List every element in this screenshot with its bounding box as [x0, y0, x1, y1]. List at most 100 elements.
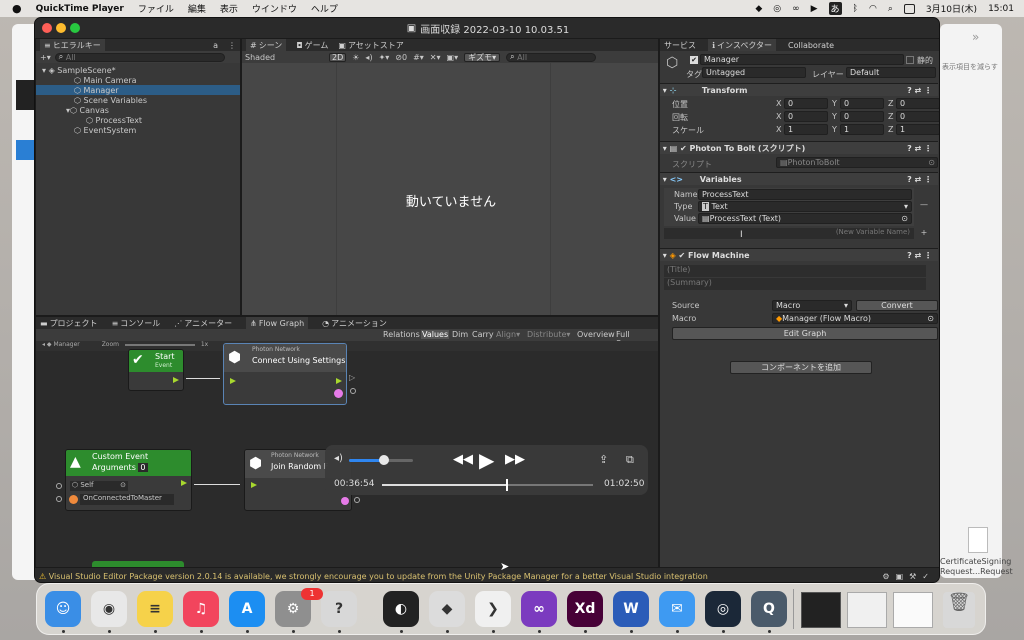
- kebab-menu-icon[interactable]: ⋮: [228, 41, 236, 50]
- hierarchy-item-event-system[interactable]: ⬡ EventSystem: [36, 125, 240, 135]
- tab-services[interactable]: サービス: [664, 40, 696, 51]
- shading-dropdown[interactable]: Shaded: [245, 53, 323, 62]
- control-output-port[interactable]: [181, 480, 187, 486]
- add-icon[interactable]: +▾: [40, 53, 51, 62]
- volume-icon[interactable]: ◂): [334, 453, 343, 464]
- layer-dropdown[interactable]: Default: [846, 67, 936, 78]
- hierarchy-item-scene[interactable]: ▾ ◈ SampleScene*: [36, 65, 240, 75]
- flow-summary-input[interactable]: (Summary): [664, 278, 926, 290]
- tools-icon[interactable]: ✕▾: [430, 53, 441, 62]
- bluetooth-icon[interactable]: ᛒ: [853, 4, 858, 14]
- file-icon[interactable]: [968, 527, 988, 553]
- play-button[interactable]: ▶: [479, 448, 494, 472]
- component-menu-icons[interactable]: ? ⇄ ⋮: [907, 86, 932, 95]
- position-y-field[interactable]: 0: [840, 98, 884, 109]
- event-name-field[interactable]: OnConnectedToMaster: [80, 494, 174, 505]
- adobe-xd-icon[interactable]: Xd: [567, 591, 603, 627]
- zoom-button[interactable]: [70, 23, 80, 33]
- start-event-node[interactable]: ✔ Start Event: [128, 349, 184, 391]
- rotation-z-field[interactable]: 0: [896, 111, 939, 122]
- overview-button[interactable]: Overview: [577, 330, 615, 339]
- search-icon[interactable]: ⌕: [888, 4, 893, 14]
- unity-status-icon[interactable]: ◆: [755, 4, 762, 14]
- control-input-port[interactable]: [251, 482, 257, 488]
- add-variable-button[interactable]: +: [918, 228, 930, 239]
- volume-slider[interactable]: [349, 455, 413, 465]
- variable-name-field[interactable]: ProcessText: [698, 189, 912, 200]
- tab-collaborate[interactable]: Collaborate: [788, 41, 834, 50]
- menu-window[interactable]: ウインドウ: [252, 2, 297, 15]
- hierarchy-item-canvas[interactable]: ▾ ⬡ Canvas: [36, 105, 240, 115]
- file-label-2[interactable]: Request...Request: [940, 567, 1013, 576]
- tag-dropdown[interactable]: Untagged: [702, 67, 806, 78]
- edit-graph-button[interactable]: Edit Graph: [672, 327, 938, 340]
- chevron-right-icon[interactable]: »: [972, 30, 979, 44]
- rotation-y-field[interactable]: 0: [840, 111, 884, 122]
- status-bar-icons[interactable]: ⚙▣⚒✓: [882, 572, 935, 581]
- add-component-button[interactable]: コンポーネントを追加: [730, 361, 872, 374]
- breadcrumb-label[interactable]: Manager: [53, 341, 79, 348]
- mail-icon[interactable]: ✉: [659, 591, 695, 627]
- quicktime-icon[interactable]: Q: [751, 591, 787, 627]
- source-dropdown[interactable]: Macro ▾: [772, 300, 852, 311]
- control-output-port[interactable]: [336, 378, 342, 384]
- scale-z-field[interactable]: 1: [896, 124, 939, 135]
- visual-studio-icon[interactable]: ∞: [521, 591, 557, 627]
- menubar-date[interactable]: 3月10日(木): [926, 2, 977, 15]
- variable-type-dropdown[interactable]: T Text ▾: [698, 201, 912, 212]
- rewind-button[interactable]: ◀◀: [453, 452, 473, 467]
- active-checkbox[interactable]: ✔: [690, 56, 698, 64]
- component-menu-icons[interactable]: ? ⇄ ⋮: [907, 251, 932, 260]
- hierarchy-item-manager[interactable]: ⬡ Manager: [36, 85, 240, 95]
- notes-icon[interactable]: ≡: [137, 591, 173, 627]
- component-menu-icons[interactable]: ? ⇄ ⋮: [907, 175, 932, 184]
- app-store-icon[interactable]: A: [229, 591, 265, 627]
- zoom-slider[interactable]: [124, 343, 195, 346]
- tab-flow-graph[interactable]: ⋔ Flow Graph: [246, 317, 309, 329]
- grid-toggle-icon[interactable]: #▾: [413, 53, 424, 62]
- static-checkbox[interactable]: [906, 56, 914, 64]
- word-icon[interactable]: W: [613, 591, 649, 627]
- scale-y-field[interactable]: 1: [840, 124, 884, 135]
- fast-forward-button[interactable]: ▶▶: [505, 452, 525, 467]
- object-name-field[interactable]: Manager: [700, 54, 904, 65]
- hierarchy-search-input[interactable]: ⌕ All: [54, 52, 225, 62]
- hierarchy-item-main-camera[interactable]: ⬡ Main Camera: [36, 75, 240, 85]
- light-icon[interactable]: ☀: [352, 53, 359, 62]
- control-input-port[interactable]: [230, 378, 236, 384]
- custom-event-node[interactable]: ▲ Custom Event Arguments 0 ⬡ Self ⊙ OnCon…: [65, 449, 192, 511]
- component-menu-icons[interactable]: ? ⇄ ⋮: [907, 144, 932, 153]
- expand-arrow-icon[interactable]: ▾: [42, 66, 46, 75]
- values-toggle[interactable]: Values: [421, 330, 450, 339]
- new-variable-name-input[interactable]: (New Variable Name): [664, 228, 914, 239]
- tab-animator[interactable]: ⋰ アニメーター: [174, 318, 232, 329]
- music-icon[interactable]: ♫: [183, 591, 219, 627]
- variables-header[interactable]: ▾ <> Variables ? ⇄ ⋮: [660, 172, 938, 185]
- partial-node[interactable]: [92, 561, 184, 567]
- relations-toggle[interactable]: Relations: [383, 330, 420, 339]
- variable-value-field[interactable]: ▤ ProcessText (Text) ⊙: [698, 213, 912, 224]
- port-circle[interactable]: [56, 483, 62, 489]
- control-output-port[interactable]: [173, 377, 179, 383]
- creative-cloud-icon[interactable]: ◎: [773, 4, 781, 14]
- macro-field[interactable]: ◆ Manager (Flow Macro) ⊙: [772, 313, 938, 324]
- unity-icon[interactable]: ◆: [429, 591, 465, 627]
- expand-arrow-icon[interactable]: ▾: [660, 86, 670, 95]
- link-icon[interactable]: ∞: [792, 4, 800, 14]
- audio-icon[interactable]: ◂): [365, 53, 372, 62]
- connect-using-settings-node[interactable]: ⬢ Photon Network Connect Using Settings: [223, 343, 347, 405]
- steam-icon[interactable]: ◎: [705, 591, 741, 627]
- position-x-field[interactable]: 0: [784, 98, 828, 109]
- tab-asset-store[interactable]: ▣ アセットストア: [338, 40, 403, 51]
- menu-view[interactable]: 表示: [220, 2, 238, 15]
- rotation-x-field[interactable]: 0: [784, 111, 828, 122]
- finder-icon[interactable]: ☺: [45, 591, 81, 627]
- menubar-time[interactable]: 15:01: [988, 4, 1014, 14]
- value-output-port[interactable]: [341, 497, 349, 505]
- hierarchy-item-process-text[interactable]: ⬡ ProcessText: [36, 115, 240, 125]
- effects-icon[interactable]: ✦▾: [379, 53, 390, 62]
- ime-indicator[interactable]: あ: [828, 2, 842, 15]
- target-icon[interactable]: ⊙: [901, 214, 908, 223]
- close-button[interactable]: [42, 23, 52, 33]
- camera-icon[interactable]: ▣▾: [447, 53, 459, 62]
